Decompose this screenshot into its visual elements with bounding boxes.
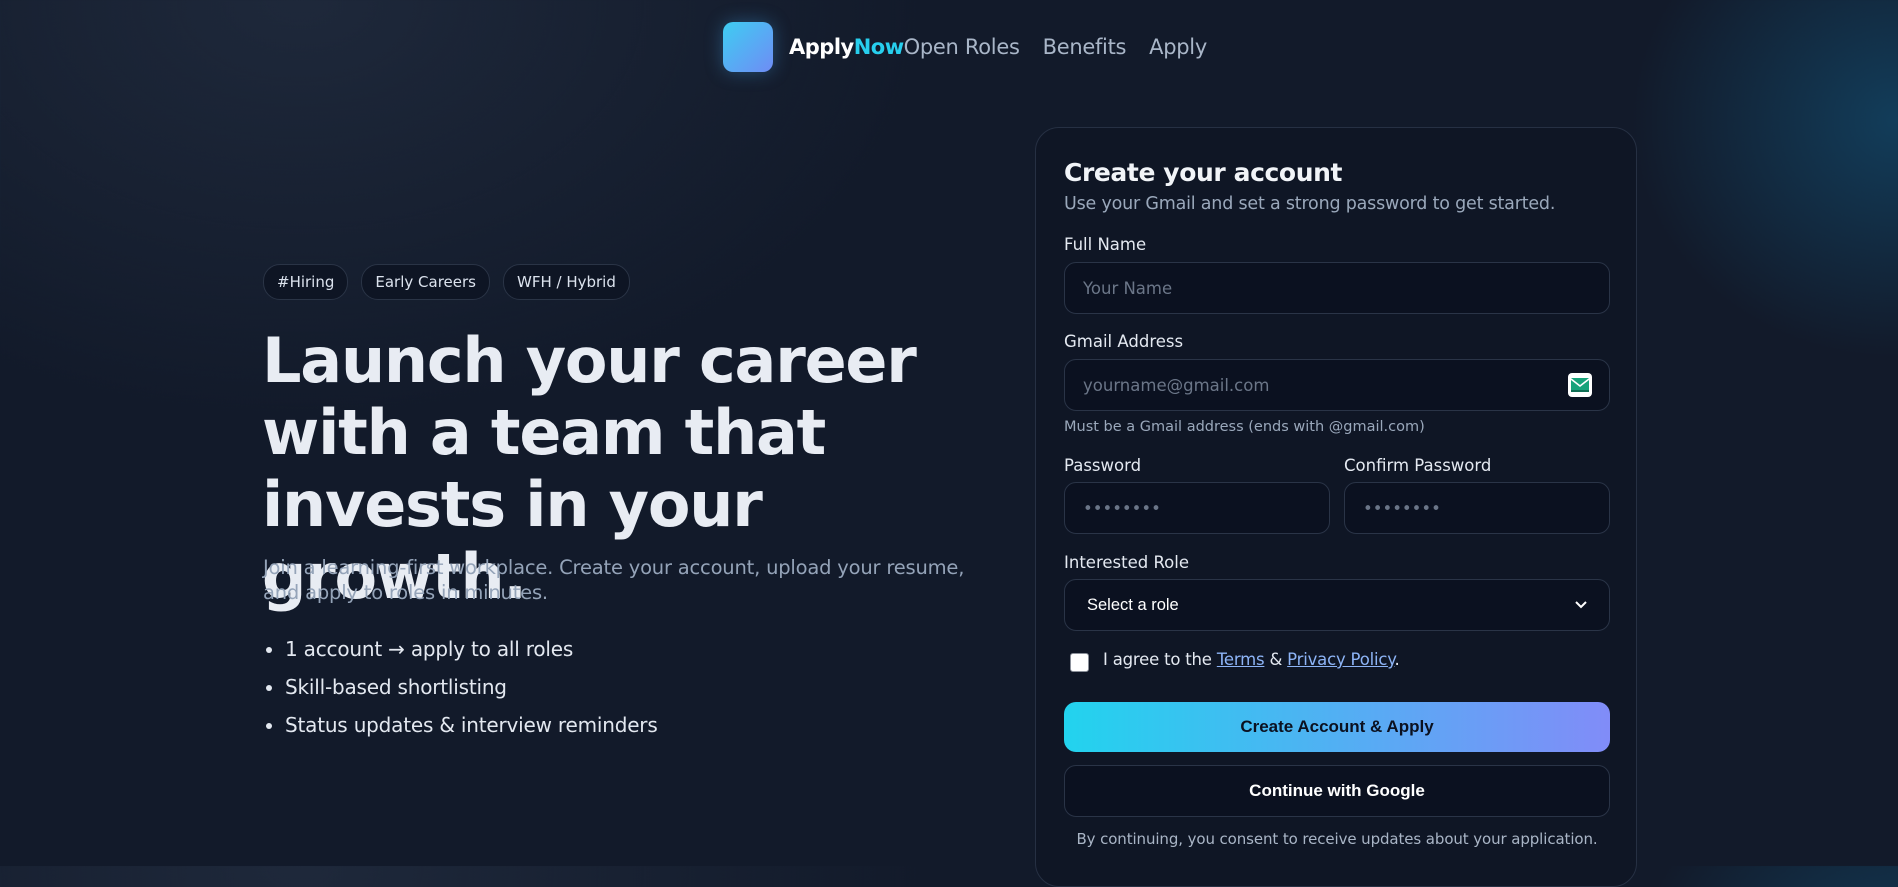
confirm-password-label: Confirm Password xyxy=(1344,456,1492,475)
terms-agreement: I agree to the Terms & Privacy Policy. xyxy=(1103,650,1400,669)
password-input[interactable] xyxy=(1064,482,1330,534)
agree-text: I agree to the xyxy=(1103,650,1217,669)
brand-name[interactable]: ApplyNow xyxy=(789,35,904,59)
tag-wfh-hybrid: WFH / Hybrid xyxy=(502,264,630,300)
signup-card: Create your account Use your Gmail and s… xyxy=(1035,127,1637,887)
hero-tags: #Hiring Early Careers WFH / Hybrid xyxy=(263,264,630,300)
envelope-icon xyxy=(1568,373,1592,397)
nav-link-open-roles[interactable]: Open Roles xyxy=(904,35,1020,59)
chevron-down-icon xyxy=(1575,596,1587,614)
form-subtitle: Use your Gmail and set a strong password… xyxy=(1064,194,1556,214)
role-label: Interested Role xyxy=(1064,553,1190,572)
hero-subtitle: Join a learning-first workplace. Create … xyxy=(263,556,965,604)
full-name-input[interactable] xyxy=(1064,262,1610,314)
role-select[interactable]: Select a role xyxy=(1064,579,1610,631)
gmail-label: Gmail Address xyxy=(1064,332,1184,351)
nav-links: Open Roles Benefits Apply xyxy=(904,35,1208,59)
full-name-label: Full Name xyxy=(1064,235,1147,254)
terms-link[interactable]: Terms xyxy=(1217,650,1265,669)
continue-with-google-button[interactable]: Continue with Google xyxy=(1064,765,1610,817)
tag-hiring: #Hiring xyxy=(263,264,349,300)
gmail-input[interactable] xyxy=(1064,359,1610,411)
gmail-hint: Must be a Gmail address (ends with @gmai… xyxy=(1064,419,1425,435)
brand-name-part1: Apply xyxy=(789,35,854,59)
privacy-policy-link[interactable]: Privacy Policy xyxy=(1287,650,1394,669)
top-nav: ApplyNow Open Roles Benefits Apply xyxy=(723,22,1207,72)
brand-name-part2: Now xyxy=(853,35,904,59)
password-label: Password xyxy=(1064,456,1142,475)
nav-link-benefits[interactable]: Benefits xyxy=(1043,35,1127,59)
confirm-password-input[interactable] xyxy=(1344,482,1610,534)
benefit-item: Skill-based shortlisting xyxy=(285,668,658,706)
benefit-item: Status updates & interview reminders xyxy=(285,706,658,744)
agree-and-text: & xyxy=(1264,650,1288,669)
tag-early-careers: Early Careers xyxy=(361,264,490,300)
consent-text: By continuing, you consent to receive up… xyxy=(1076,830,1598,848)
create-account-button[interactable]: Create Account & Apply xyxy=(1064,702,1610,752)
nav-link-apply[interactable]: Apply xyxy=(1149,35,1207,59)
terms-checkbox[interactable] xyxy=(1070,653,1089,672)
form-title: Create your account xyxy=(1064,158,1343,187)
benefit-item: 1 account → apply to all roles xyxy=(285,630,658,668)
hero-benefits-list: 1 account → apply to all roles Skill-bas… xyxy=(263,630,658,744)
app-logo-icon[interactable] xyxy=(723,22,773,72)
agree-suffix-text: . xyxy=(1394,650,1400,669)
role-select-value: Select a role xyxy=(1087,595,1179,614)
